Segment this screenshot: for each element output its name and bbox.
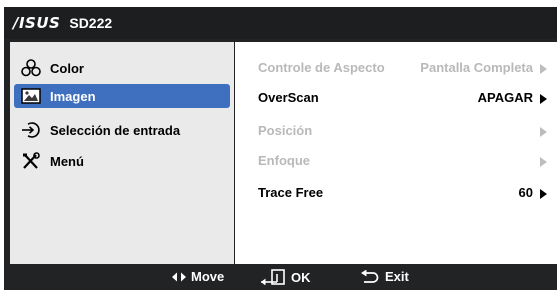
arrow-right-icon [540,157,547,167]
tools-icon [20,151,42,171]
color-icon [20,58,42,78]
main-menu: Color Imagen Selección de entrada Menú [10,42,234,264]
menu-item-label: Menú [50,153,84,169]
ok-hint: OK [260,269,311,285]
ok-label: OK [291,269,311,285]
move-label: Move [191,269,225,284]
osd-menu: /ISUS SD222 Color Imagen Selección de en… [4,7,557,290]
move-hint: Move [172,269,224,284]
left-right-arrows-icon [172,272,186,282]
menu-item-label: Selección de entrada [50,122,181,138]
arrow-right-icon [540,189,547,199]
setting-label: Enfoque [258,153,310,168]
menu-item-input-selection[interactable]: Selección de entrada [14,118,230,142]
setting-trace-free[interactable]: Trace Free 60 [235,182,557,204]
menu-item-imagen[interactable]: Imagen [14,84,230,108]
setting-overscan[interactable]: OverScan APAGAR [235,87,557,109]
setting-label: Posición [258,123,313,138]
menu-item-label: Color [50,60,84,76]
brand: /ISUS SD222 [13,13,112,33]
setting-label: Trace Free [258,185,324,200]
menu-item-color[interactable]: Color [14,56,230,80]
enter-icon [260,269,286,285]
setting-aspect-control[interactable]: Controle de Aspecto Pantalla Completa [235,57,557,79]
asus-logo: /ISUS [13,14,61,32]
settings-panel: Controle de Aspecto Pantalla Completa Ov… [235,42,557,264]
key-hint-bar: Move OK Exit [4,265,557,290]
exit-hint: Exit [360,269,409,284]
setting-label: Controle de Aspecto [258,60,385,75]
input-source-icon [20,120,42,140]
setting-label: OverScan [258,90,319,105]
setting-position[interactable]: Posición [235,120,557,142]
title-bar: /ISUS SD222 [4,7,557,39]
arrow-right-icon [540,64,547,74]
arrow-right-icon [540,94,547,104]
setting-value: APAGAR [477,90,533,105]
setting-focus[interactable]: Enfoque [235,150,557,172]
setting-value: 60 [518,185,533,200]
exit-label: Exit [385,269,409,284]
arrow-right-icon [540,127,547,137]
model-name: SD222 [69,15,113,31]
image-icon [20,86,42,106]
menu-item-label: Imagen [50,88,96,104]
setting-value: Pantalla Completa [420,60,533,75]
return-arrow-icon [360,269,380,284]
menu-item-menu[interactable]: Menú [14,149,230,173]
